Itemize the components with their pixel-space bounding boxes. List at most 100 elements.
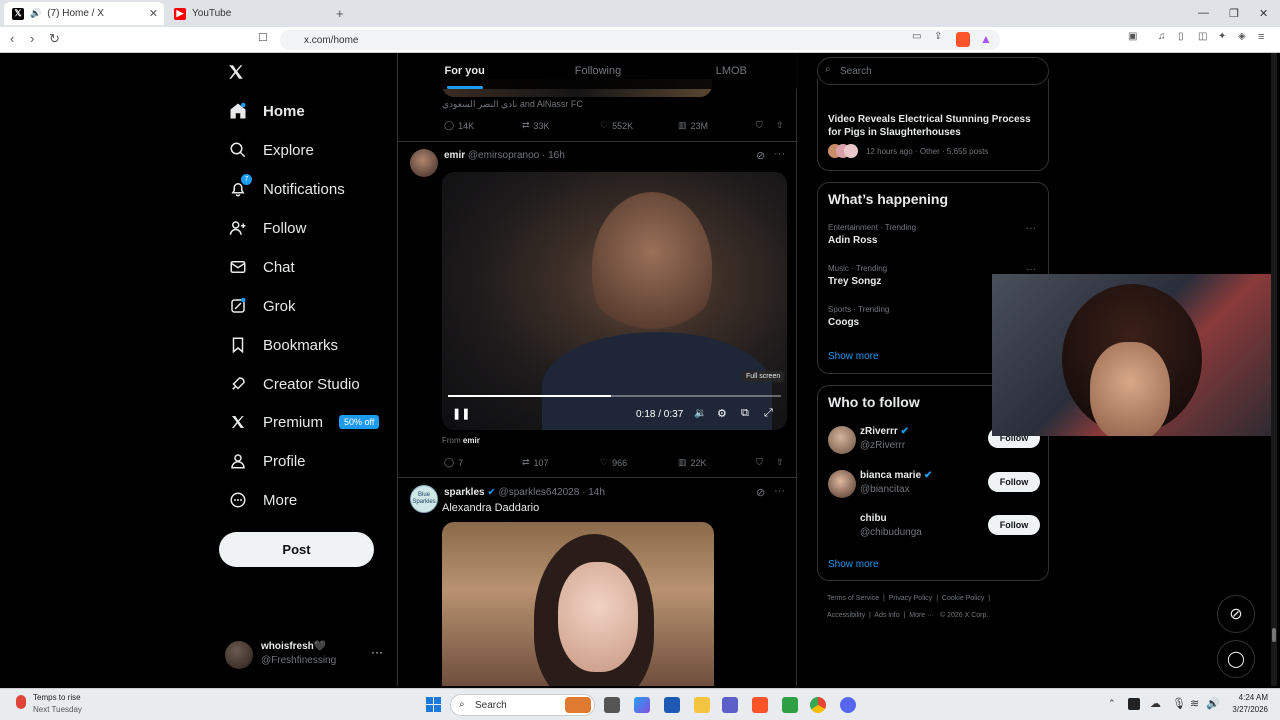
nav-follow[interactable]: Follow bbox=[227, 213, 306, 243]
scrollbar[interactable] bbox=[1271, 53, 1277, 686]
music-icon[interactable]: ♫ bbox=[1158, 31, 1166, 42]
taskbar-search[interactable]: ⌕ Search bbox=[450, 694, 595, 716]
nav-profile[interactable]: Profile bbox=[227, 446, 306, 476]
bookmark-icon[interactable]: ⛉ bbox=[756, 120, 776, 131]
windows-start-icon[interactable] bbox=[426, 697, 441, 712]
settings-icon[interactable]: ⚙ bbox=[717, 407, 727, 420]
from-user[interactable]: emir bbox=[463, 436, 480, 445]
tab-lmob[interactable]: LMOB bbox=[665, 53, 798, 89]
trend-item[interactable]: Music · Trending Trey Songz bbox=[828, 264, 887, 287]
footer-link[interactable]: Privacy Policy bbox=[889, 595, 933, 602]
tweet-more-icon[interactable]: ··· bbox=[774, 148, 785, 160]
address-bar[interactable]: x.com/home bbox=[280, 30, 1000, 50]
avatar[interactable] bbox=[828, 513, 856, 541]
account-more-icon[interactable]: ··· bbox=[371, 645, 383, 659]
follow-user-name[interactable]: chibu bbox=[860, 513, 887, 524]
follow-button[interactable]: Follow bbox=[988, 515, 1040, 535]
grok-explain-icon[interactable]: ⊘ bbox=[756, 149, 765, 162]
tweet-author-name[interactable]: sparkles bbox=[444, 487, 485, 498]
leo-ai-icon[interactable]: ✦ bbox=[1218, 31, 1226, 42]
repost-button[interactable]: ⇄ 107 bbox=[522, 457, 600, 468]
back-icon[interactable]: ‹ bbox=[10, 31, 14, 46]
show-more-link[interactable]: Show more bbox=[828, 559, 879, 570]
fullscreen-icon[interactable]: ⤢ bbox=[764, 407, 773, 420]
messages-floating-button[interactable]: ◯ bbox=[1217, 640, 1255, 678]
speaker-icon[interactable]: 🔊 bbox=[1206, 697, 1220, 710]
network-cloud-icon[interactable]: ☁ bbox=[1150, 697, 1161, 710]
vpn-icon[interactable]: ◈ bbox=[1238, 31, 1246, 42]
follow-button[interactable]: Follow bbox=[988, 472, 1040, 492]
copilot-icon[interactable] bbox=[634, 697, 650, 713]
tweet-image[interactable] bbox=[442, 522, 714, 686]
volume-icon[interactable]: 🔉 bbox=[694, 408, 706, 419]
pause-icon[interactable]: ❚❚ bbox=[452, 407, 470, 420]
clock-time[interactable]: 4:24 AM bbox=[1226, 693, 1268, 702]
follow-user-name[interactable]: bianca marie ✔ bbox=[860, 470, 932, 481]
brave-rewards-icon[interactable]: ▲ bbox=[980, 32, 992, 46]
minimize-icon[interactable]: — bbox=[1198, 7, 1209, 19]
search-input[interactable]: ⌕ Search bbox=[817, 57, 1049, 85]
video-progress-track[interactable] bbox=[448, 395, 781, 397]
avatar[interactable] bbox=[828, 426, 856, 454]
tab-x-home[interactable]: 𝕏 🔊 (7) Home / X ✕ bbox=[4, 2, 164, 25]
avatar[interactable]: Blue Sparkles bbox=[410, 485, 438, 513]
wallet-icon[interactable]: ◫ bbox=[1198, 31, 1207, 42]
file-explorer-icon[interactable] bbox=[694, 697, 710, 713]
tweet-video-player[interactable]: Full screen ❚❚ 0:18 / 0:37 🔉 ⚙ ⧉ ⤢ bbox=[442, 172, 787, 430]
account-switcher[interactable]: whoisfresh🖤 @Freshfinessing ··· bbox=[225, 639, 385, 673]
tweet-more-icon[interactable]: ··· bbox=[774, 485, 785, 497]
grok-explain-icon[interactable]: ⊘ bbox=[756, 486, 765, 499]
trend-item[interactable]: Entertainment · Trending Adin Ross bbox=[828, 223, 916, 246]
tab-following[interactable]: Following bbox=[531, 53, 664, 89]
share-icon[interactable]: ⇧ bbox=[776, 457, 790, 468]
views-button[interactable]: ▥ 22K bbox=[678, 457, 756, 468]
close-tab-icon[interactable]: ✕ bbox=[149, 7, 158, 20]
tweet-author-handle[interactable]: @emirsopranoo bbox=[468, 150, 539, 161]
footer-link[interactable]: Cookie Policy bbox=[942, 595, 984, 602]
tray-app-icon[interactable] bbox=[1128, 698, 1140, 710]
task-view-icon[interactable] bbox=[604, 697, 620, 713]
tweet-author-name[interactable]: emir bbox=[444, 150, 465, 161]
scrollbar-thumb[interactable] bbox=[1272, 628, 1276, 642]
weather-title[interactable]: Temps to rise bbox=[33, 693, 81, 702]
nav-grok[interactable]: Grok bbox=[227, 291, 296, 321]
grok-floating-button[interactable]: ⊘ bbox=[1217, 595, 1255, 633]
bookmark-page-icon[interactable]: ☐ bbox=[258, 31, 268, 44]
post-button[interactable]: Post bbox=[219, 532, 374, 567]
clock-date[interactable]: 3/27/2026 bbox=[1226, 705, 1268, 714]
brave-icon[interactable] bbox=[752, 697, 768, 713]
forward-icon[interactable]: › bbox=[30, 31, 34, 46]
trend-item[interactable]: Sports · Trending Coogs bbox=[828, 305, 889, 328]
share-icon[interactable]: ⇪ bbox=[934, 31, 942, 42]
tweet-time[interactable]: · 14h bbox=[582, 487, 605, 498]
nav-chat[interactable]: Chat bbox=[227, 252, 295, 282]
nav-explore[interactable]: Explore bbox=[227, 135, 314, 165]
footer-link[interactable]: Terms of Service bbox=[827, 595, 879, 602]
tweet-time[interactable]: · 16h bbox=[542, 150, 565, 161]
wifi-icon[interactable]: ≋ bbox=[1190, 697, 1199, 710]
reply-button[interactable]: ◯ 7 bbox=[444, 457, 522, 468]
footer-link[interactable]: Ads info bbox=[874, 612, 899, 619]
bookmark-icon[interactable]: ⛉ bbox=[756, 457, 776, 468]
nav-creator-studio[interactable]: Creator Studio bbox=[227, 369, 360, 399]
new-tab-icon[interactable]: + bbox=[336, 6, 344, 21]
microphone-icon[interactable]: 🎙 bbox=[1172, 697, 1186, 710]
tray-chevron-icon[interactable]: ⌃ bbox=[1108, 698, 1116, 709]
store-icon[interactable] bbox=[664, 697, 680, 713]
avatar[interactable] bbox=[828, 470, 856, 498]
like-button[interactable]: ♡ 966 bbox=[600, 457, 678, 468]
pip-icon[interactable]: ⧉ bbox=[741, 407, 749, 420]
x-logo-icon[interactable] bbox=[227, 63, 245, 81]
teams-icon[interactable] bbox=[722, 697, 738, 713]
tweet-author-handle[interactable]: @sparkles642028 bbox=[499, 487, 580, 498]
tab-youtube[interactable]: ▶ YouTube bbox=[166, 2, 326, 25]
app-icon[interactable] bbox=[782, 697, 798, 713]
brave-shield-icon[interactable] bbox=[956, 32, 970, 47]
nav-bookmarks[interactable]: Bookmarks bbox=[227, 330, 338, 360]
reply-button[interactable]: ◯ 14K bbox=[444, 120, 522, 131]
footer-link[interactable]: Accessibility bbox=[827, 612, 865, 619]
footer-link[interactable]: More ··· bbox=[909, 612, 934, 619]
nav-premium[interactable]: Premium 50% off bbox=[227, 407, 380, 437]
trend-more-icon[interactable]: ··· bbox=[1026, 223, 1036, 234]
restore-icon[interactable]: ❐ bbox=[1229, 7, 1239, 20]
